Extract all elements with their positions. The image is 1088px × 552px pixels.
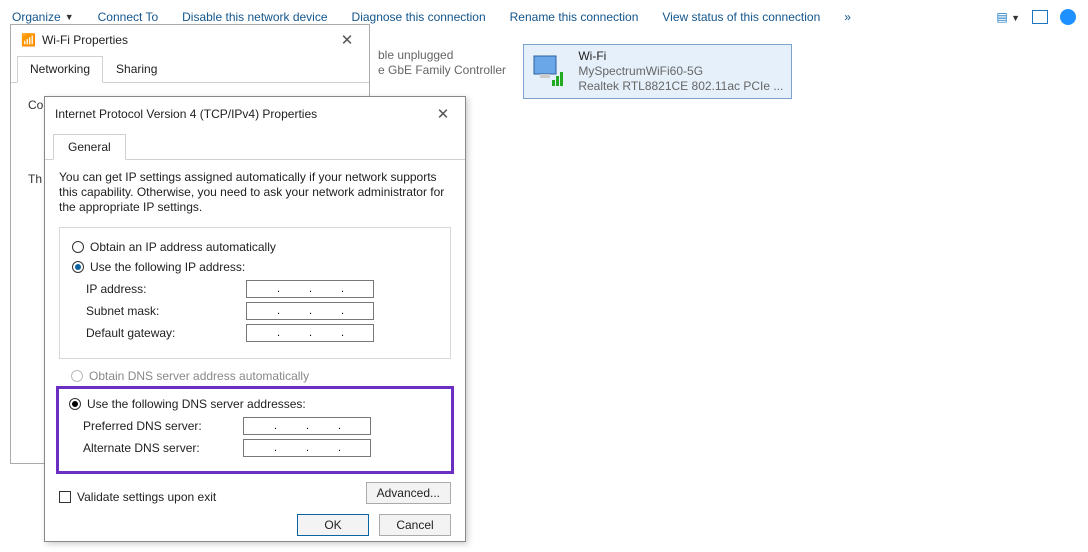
net-adapter: e GbE Family Controller — [378, 63, 506, 78]
preview-pane-icon[interactable] — [1032, 10, 1048, 24]
toolbar-rename[interactable]: Rename this connection — [498, 10, 651, 24]
toolbar-disable-device[interactable]: Disable this network device — [170, 10, 339, 24]
radio-dns-auto: Obtain DNS server address automatically — [71, 369, 451, 383]
ipv4-help-text: You can get IP settings assigned automat… — [59, 170, 451, 215]
checkbox-validate[interactable]: Validate settings upon exit — [59, 490, 216, 504]
network-item-ethernet[interactable]: ble unplugged e GbE Family Controller — [370, 44, 520, 82]
ip-settings-group: Obtain an IP address automatically Use t… — [59, 227, 451, 359]
cancel-button[interactable]: Cancel — [379, 514, 451, 536]
ipv4-properties-dialog: Internet Protocol Version 4 (TCP/IPv4) P… — [44, 96, 466, 542]
tab-sharing[interactable]: Sharing — [103, 56, 170, 83]
view-mode-icon[interactable]: ▤ ▼ — [996, 10, 1020, 24]
toolbar-diagnose[interactable]: Diagnose this connection — [340, 10, 498, 24]
network-item-wifi[interactable]: Wi-Fi MySpectrumWiFi60-5G Realtek RTL882… — [523, 44, 792, 99]
radio-icon — [71, 370, 83, 382]
toolbar-connect-to[interactable]: Connect To — [86, 10, 171, 24]
wifi-title-text: Wi-Fi Properties — [42, 33, 128, 47]
label-pref-dns: Preferred DNS server: — [83, 419, 243, 433]
tab-general[interactable]: General — [53, 134, 126, 160]
dns-highlight-box: Use the following DNS server addresses: … — [56, 386, 454, 474]
net-status: ble unplugged — [378, 48, 506, 63]
close-icon[interactable]: ✕ — [335, 31, 359, 49]
input-ip-address[interactable]: ... — [246, 280, 374, 298]
input-subnet-mask[interactable]: ... — [246, 302, 374, 320]
label-gateway: Default gateway: — [86, 326, 246, 340]
toolbar-overflow[interactable]: » — [832, 10, 863, 24]
ipv4-title-text: Internet Protocol Version 4 (TCP/IPv4) P… — [55, 107, 317, 121]
checkbox-icon — [59, 491, 71, 503]
input-gateway[interactable]: ... — [246, 324, 374, 342]
toolbar-view-status[interactable]: View status of this connection — [650, 10, 832, 24]
radio-icon — [72, 261, 84, 273]
tab-networking[interactable]: Networking — [17, 56, 103, 83]
ok-button[interactable]: OK — [297, 514, 369, 536]
net-name: Wi-Fi — [578, 49, 783, 64]
net-ssid: MySpectrumWiFi60-5G — [578, 64, 783, 79]
wifi-icon: 📶 — [21, 33, 36, 47]
label-mask: Subnet mask: — [86, 304, 246, 318]
network-connections-area: ble unplugged e GbE Family Controller Wi… — [370, 44, 1078, 99]
radio-ip-manual[interactable]: Use the following IP address: — [72, 260, 438, 274]
radio-ip-auto[interactable]: Obtain an IP address automatically — [72, 240, 438, 254]
help-icon[interactable] — [1060, 9, 1076, 25]
net-adapter-name: Realtek RTL8821CE 802.11ac PCIe ... — [578, 79, 783, 94]
peek-th: Th — [28, 172, 42, 186]
peek-co: Co — [28, 98, 43, 112]
radio-dns-manual[interactable]: Use the following DNS server addresses: — [69, 397, 441, 411]
chevron-down-icon: ▼ — [65, 12, 74, 22]
input-preferred-dns[interactable]: ... — [243, 417, 371, 435]
radio-icon — [69, 398, 81, 410]
label-ip: IP address: — [86, 282, 246, 296]
toolbar-organize[interactable]: Organize▼ — [0, 10, 86, 24]
advanced-button[interactable]: Advanced... — [366, 482, 451, 504]
input-alternate-dns[interactable]: ... — [243, 439, 371, 457]
close-icon[interactable]: ✕ — [431, 105, 455, 123]
wifi-adapter-icon — [532, 54, 568, 90]
radio-icon — [72, 241, 84, 253]
label-alt-dns: Alternate DNS server: — [83, 441, 243, 455]
